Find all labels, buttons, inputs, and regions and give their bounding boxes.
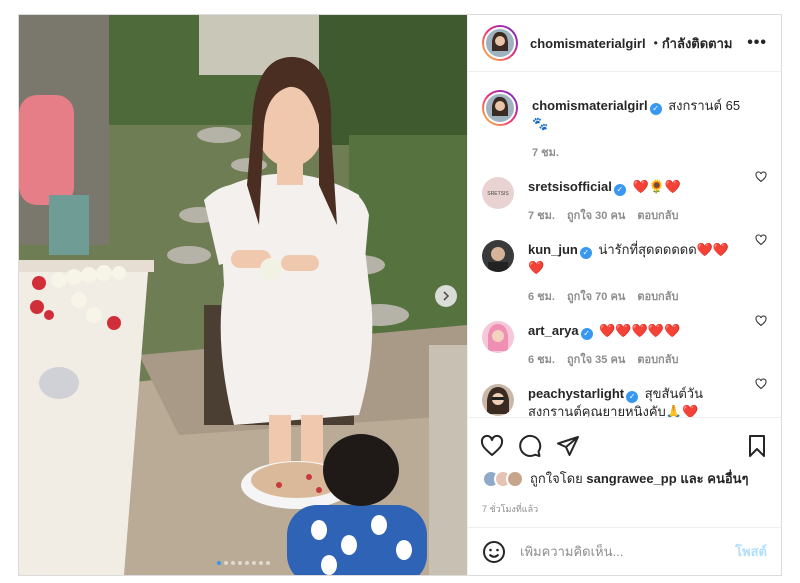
save-bookmark-icon[interactable] [745, 434, 769, 458]
comment-item: art_arya ✓ ❤️❤️❤️❤️❤️ 6 ชม. ถูกใจ 35 คน ต… [482, 305, 767, 368]
carousel-dot [237, 561, 242, 565]
post-timestamp[interactable]: 7 ชั่วโมงที่แล้ว [482, 502, 538, 516]
liker-avatar [506, 469, 524, 488]
post-image[interactable] [19, 15, 467, 575]
comment-likes[interactable]: ถูกใจ 35 คน [567, 350, 625, 368]
share-icon[interactable] [556, 434, 580, 458]
carousel-dot [230, 561, 235, 565]
caption: chomismaterialgirl ✓ สงกรานต์ 65 🐾 7 ชม. [482, 72, 767, 161]
post-dialog: chomismaterialgirl • กำลังติดตาม ••• cho… [18, 14, 782, 576]
like-comment-heart-icon[interactable] [755, 315, 767, 327]
next-slide-button[interactable] [435, 285, 457, 307]
comment-likes[interactable]: ถูกใจ 30 คน [567, 206, 625, 224]
post-actions [468, 417, 781, 473]
following-button[interactable]: กำลังติดตาม [662, 33, 733, 54]
commenter-avatar[interactable] [482, 384, 514, 416]
add-comment-bar: โพสต์ [468, 527, 781, 575]
likes-connector: และ [680, 471, 704, 486]
like-comment-heart-icon[interactable] [755, 171, 767, 183]
svg-text:SRETSIS: SRETSIS [487, 191, 509, 197]
commenter-username[interactable]: art_arya [528, 323, 579, 338]
caption-time[interactable]: 7 ชม. [532, 143, 559, 161]
carousel-dot [244, 561, 249, 565]
verified-icon: ✓ [613, 184, 626, 196]
chevron-right-icon [443, 291, 450, 301]
reply-button[interactable]: ตอบกลับ [637, 350, 678, 368]
comment-item: SRETSIS sretsisofficial ✓ ❤️🌻❤️ 7 ชม. ถูก… [482, 161, 767, 224]
commenter-username[interactable]: kun_jun [528, 242, 578, 257]
verified-icon: ✓ [580, 328, 593, 340]
comment-time[interactable]: 7 ชม. [528, 206, 555, 224]
reply-button[interactable]: ตอบกลับ [637, 287, 678, 305]
comment-icon[interactable] [518, 434, 542, 458]
likes-prefix: ถูกใจโดย [530, 471, 583, 486]
commenter-avatar[interactable] [482, 321, 514, 353]
likes-summary: ถูกใจโดย sangrawee_pp และ คนอื่นๆ [482, 468, 767, 489]
verified-icon: ✓ [579, 247, 592, 259]
post-sidebar: chomismaterialgirl • กำลังติดตาม ••• cho… [467, 15, 781, 575]
comment-input[interactable] [520, 544, 736, 559]
more-options-button[interactable]: ••• [747, 34, 767, 52]
commenter-avatar[interactable]: SRETSIS [482, 177, 514, 209]
comment-text: ❤️❤️❤️❤️❤️ [599, 323, 681, 338]
carousel-indicator [19, 561, 467, 565]
like-heart-icon[interactable] [480, 434, 504, 458]
verified-icon: ✓ [649, 103, 662, 115]
like-comment-heart-icon[interactable] [755, 378, 767, 390]
likes-others-link[interactable]: คนอื่นๆ [707, 471, 748, 486]
author-avatar[interactable] [482, 25, 518, 61]
carousel-dot [258, 561, 263, 565]
liker-username[interactable]: sangrawee_pp [586, 471, 676, 486]
post-photo [19, 15, 467, 575]
comment-time[interactable]: 6 ชม. [528, 350, 555, 368]
commenter-avatar[interactable] [482, 240, 514, 272]
carousel-dot [223, 561, 228, 565]
carousel-dot [216, 561, 221, 565]
separator: • [653, 36, 658, 50]
comment-time[interactable]: 6 ชม. [528, 287, 555, 305]
carousel-dot [251, 561, 256, 565]
commenter-username[interactable]: sretsisofficial [528, 179, 612, 194]
post-comment-button[interactable]: โพสต์ [735, 541, 767, 562]
commenter-username[interactable]: peachystarlight [528, 386, 624, 401]
comment-text: ❤️🌻❤️ [632, 179, 682, 194]
author-username[interactable]: chomismaterialgirl [530, 36, 646, 51]
verified-icon: ✓ [626, 391, 639, 403]
post-header: chomismaterialgirl • กำลังติดตาม ••• [468, 15, 781, 72]
author-avatar[interactable] [482, 90, 518, 126]
comment-item: peachystarlight ✓ สุขสันต์วันสงกรานต์คุณย… [482, 368, 767, 417]
caption-username[interactable]: chomismaterialgirl [532, 98, 648, 113]
like-comment-heart-icon[interactable] [755, 234, 767, 246]
comments-list[interactable]: chomismaterialgirl ✓ สงกรานต์ 65 🐾 7 ชม. … [468, 72, 781, 417]
comment-likes[interactable]: ถูกใจ 70 คน [567, 287, 625, 305]
comment-item: kun_jun ✓ น่ารักที่สุดดดดดด❤️❤️ ❤️ 6 ชม. … [482, 224, 767, 305]
reply-button[interactable]: ตอบกลับ [637, 206, 678, 224]
emoji-icon[interactable] [482, 540, 506, 564]
carousel-dot [265, 561, 270, 565]
